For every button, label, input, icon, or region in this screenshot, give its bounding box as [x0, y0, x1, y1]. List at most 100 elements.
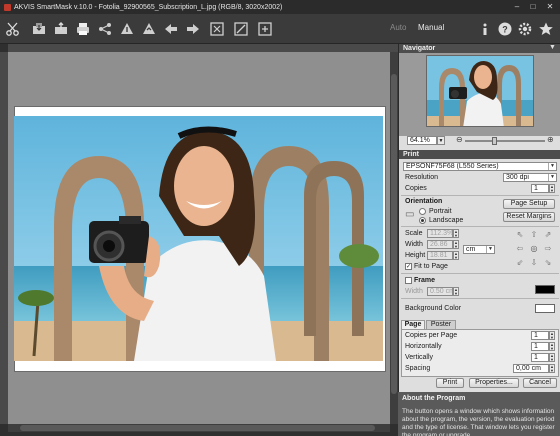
frame-checkbox[interactable]: [405, 277, 412, 284]
width-stepper[interactable]: ▲ ▼: [453, 240, 459, 249]
copies-per-page-input[interactable]: 1: [531, 331, 549, 340]
frame-width-stepper[interactable]: ▲ ▼: [453, 287, 459, 296]
close-button[interactable]: ✕: [543, 1, 557, 13]
spacing-label: Spacing: [405, 365, 431, 372]
frame-color-swatch[interactable]: [535, 285, 555, 294]
reset-margins-button[interactable]: Reset Margins: [503, 212, 555, 222]
printer-select[interactable]: EPSONF75F68 (L550 Series) ▼: [403, 162, 557, 171]
mode-auto-tab[interactable]: Auto: [390, 23, 406, 32]
align-top-left-icon[interactable]: ⇖: [515, 230, 525, 240]
spacing-input[interactable]: 0,00 cm: [513, 364, 549, 373]
height-stepper[interactable]: ▲ ▼: [453, 251, 459, 260]
align-top-icon[interactable]: ⇧: [529, 230, 539, 240]
ruler-top: [8, 44, 398, 52]
align-top-right-icon[interactable]: ⇗: [543, 230, 553, 240]
navigator-thumbnail[interactable]: [426, 55, 534, 127]
about-text: The button opens a window which shows in…: [398, 406, 560, 436]
open-icon[interactable]: [30, 20, 48, 38]
scale-label: Scale: [405, 230, 423, 237]
fit-to-page-checkbox[interactable]: ✓: [405, 263, 412, 270]
align-center-icon[interactable]: ◎: [529, 244, 539, 254]
minimize-button[interactable]: –: [510, 1, 524, 13]
horizontally-input[interactable]: 1: [531, 342, 549, 351]
zoom-input[interactable]: 64.1%: [407, 136, 437, 145]
background-color-label: Background Color: [405, 305, 462, 312]
align-bottom-left-icon[interactable]: ⇙: [515, 258, 525, 268]
divider: [401, 298, 559, 299]
height-input[interactable]: 18.81: [427, 251, 453, 260]
copies-per-page-label: Copies per Page: [405, 332, 458, 339]
scissors-icon[interactable]: [4, 20, 22, 38]
maximize-button[interactable]: □: [526, 1, 540, 13]
horizontal-scrollbar[interactable]: [8, 424, 390, 432]
settings-panel: Navigator ▼ 64.1% ▼ ⊖ ⊕ Print EPSONF75F6…: [398, 44, 560, 436]
vertically-input[interactable]: 1: [531, 353, 549, 362]
copies-label: Copies: [405, 185, 427, 192]
spacing-stepper[interactable]: ▲ ▼: [549, 364, 555, 373]
zoom-in-icon[interactable]: ⊕: [547, 135, 554, 144]
align-right-icon[interactable]: ⇨: [543, 244, 553, 254]
landscape-radio[interactable]: [419, 217, 426, 224]
scale-input[interactable]: 112.3%: [427, 229, 453, 238]
tab-poster[interactable]: Poster: [426, 320, 456, 329]
export-strokes-icon[interactable]: [140, 20, 158, 38]
unit-value: cm: [466, 246, 476, 253]
divider: [401, 226, 559, 227]
settings-icon[interactable]: [516, 20, 534, 38]
vertically-stepper[interactable]: ▲ ▼: [549, 353, 555, 362]
zoom-slider-handle[interactable]: [492, 137, 498, 145]
copies-stepper[interactable]: ▲ ▼: [549, 184, 555, 193]
properties-button[interactable]: Properties...: [469, 378, 519, 388]
redo-icon[interactable]: [184, 20, 202, 38]
undo-icon[interactable]: [162, 20, 180, 38]
panel-collapse-icon[interactable]: ▼: [549, 44, 556, 51]
landscape-label: Landscape: [429, 217, 464, 224]
tab-page[interactable]: Page: [401, 320, 425, 329]
background-color-swatch[interactable]: [535, 304, 555, 313]
frame-label: Frame: [414, 277, 436, 284]
share-icon[interactable]: [96, 20, 114, 38]
navigator-view[interactable]: [399, 53, 560, 136]
horizontal-scroll-thumb[interactable]: [20, 425, 375, 431]
width-input[interactable]: 26.86: [427, 240, 453, 249]
zoom-out-icon[interactable]: ⊖: [456, 135, 463, 144]
app-logo-icon: [4, 3, 11, 11]
print-button[interactable]: Print: [436, 378, 464, 388]
unit-select[interactable]: cm ▼: [463, 245, 495, 254]
copies-input[interactable]: 1: [531, 184, 549, 193]
favorites-icon[interactable]: [537, 20, 555, 38]
vertical-scroll-thumb[interactable]: [391, 74, 397, 394]
fit-icon[interactable]: [208, 20, 226, 38]
resolution-value: 300 dpi: [506, 174, 529, 181]
title-bar: AKVIS SmartMask v.10.0 - Fotolia_9290056…: [0, 0, 560, 14]
horizontally-stepper[interactable]: ▲ ▼: [549, 342, 555, 351]
scale-stepper[interactable]: ▲ ▼: [453, 229, 459, 238]
hand-icon[interactable]: [256, 20, 274, 38]
horizontally-label: Horizontally: [405, 343, 442, 350]
zoom-slider[interactable]: [465, 140, 545, 142]
import-strokes-icon[interactable]: [118, 20, 136, 38]
align-left-icon[interactable]: ⇦: [515, 244, 525, 254]
page-setup-button[interactable]: Page Setup: [503, 199, 555, 209]
align-bottom-icon[interactable]: ⇩: [529, 258, 539, 268]
vertical-scrollbar[interactable]: [390, 52, 398, 424]
print-header: Print: [399, 150, 560, 159]
print-icon[interactable]: [74, 20, 92, 38]
mode-manual-tab[interactable]: Manual: [418, 23, 444, 32]
divider: [401, 195, 559, 196]
resolution-select[interactable]: 300 dpi ▼: [503, 173, 557, 182]
help-icon[interactable]: ?: [496, 20, 514, 38]
portrait-radio[interactable]: [419, 208, 426, 215]
orientation-label: Orientation: [405, 198, 443, 205]
zoom-dropdown-arrow[interactable]: ▼: [437, 136, 445, 145]
copies-per-page-stepper[interactable]: ▲ ▼: [549, 331, 555, 340]
info-icon[interactable]: [476, 20, 494, 38]
frame-width-input[interactable]: 0.50 cm: [427, 287, 453, 296]
align-bottom-right-icon[interactable]: ⇘: [543, 258, 553, 268]
svg-text:?: ?: [502, 25, 508, 35]
chevron-down-icon: ▼: [486, 246, 494, 253]
save-icon[interactable]: [52, 20, 70, 38]
zoom-icon[interactable]: [232, 20, 250, 38]
cancel-button[interactable]: Cancel: [523, 378, 557, 388]
width-label: Width: [405, 241, 423, 248]
